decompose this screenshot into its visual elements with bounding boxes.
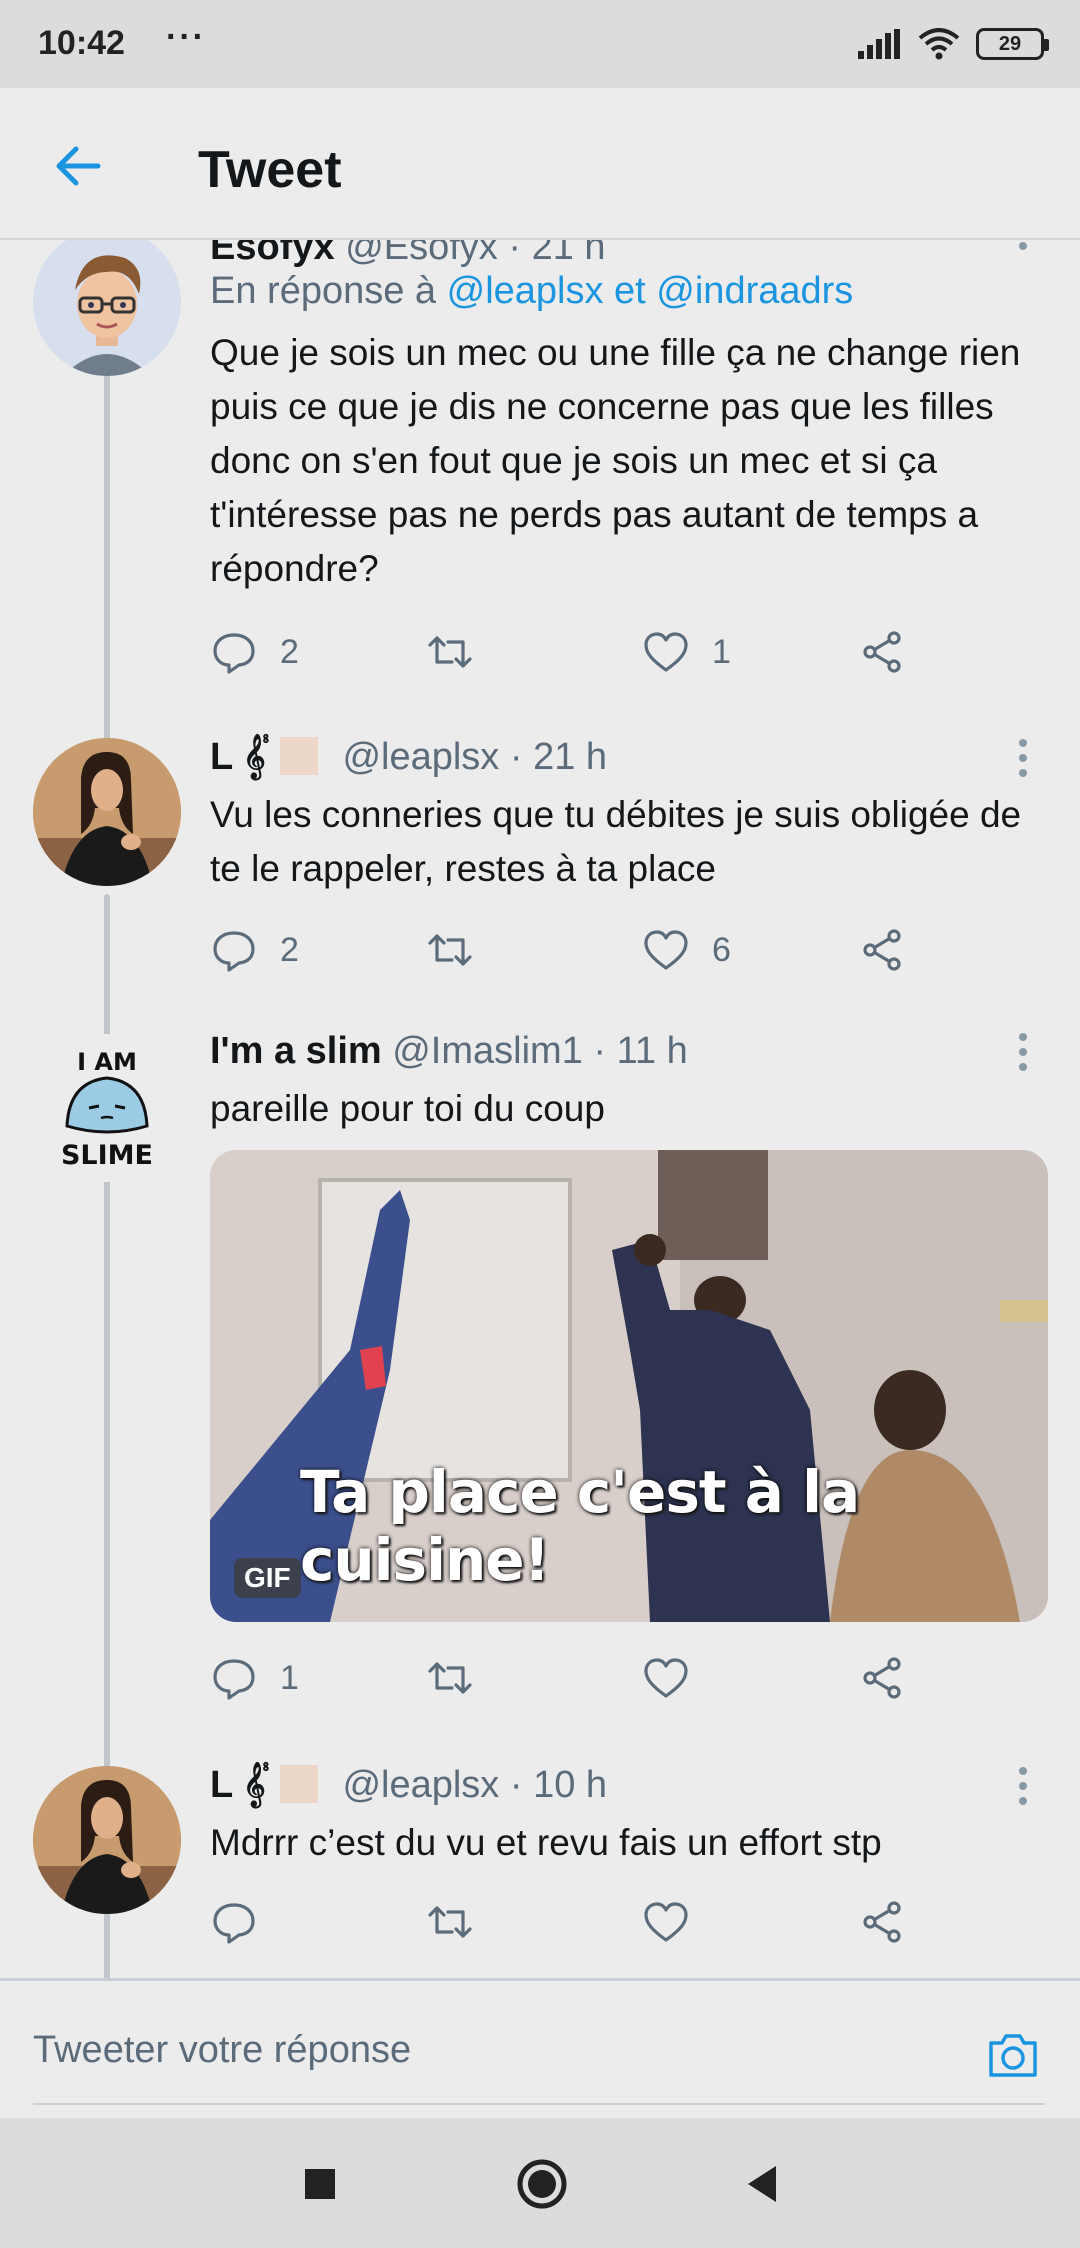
tweet-text: Que je sois un mec ou une fille ça ne ch…	[210, 332, 1021, 589]
input-underline	[33, 2103, 1045, 2105]
reply-icon	[213, 633, 255, 674]
display-name: Esofyx	[210, 240, 335, 268]
signal-icon	[858, 29, 900, 59]
handle-timestamp: @Esofyx · 21 h	[345, 240, 606, 268]
share-button[interactable]	[858, 1894, 906, 1950]
handle-timestamp: @leaplsx · 21 h	[342, 736, 608, 778]
reply-input[interactable]: Tweeter votre réponse	[33, 2029, 411, 2072]
gif-media[interactable]: Ta place c'est à la cuisine! GIF	[210, 1150, 1048, 1622]
share-button[interactable]	[858, 1650, 906, 1706]
avatar[interactable]	[33, 1766, 181, 1914]
emoji-swatch	[279, 737, 318, 775]
reply-button[interactable]: 2	[210, 922, 299, 978]
reply-composer: Tweeter votre réponse	[0, 1978, 1080, 2118]
like-count: 6	[712, 930, 731, 969]
retweet-button[interactable]	[426, 1894, 496, 1950]
tweet-text: Vu les conneries que tu débites je suis …	[210, 794, 1022, 889]
reply-button[interactable]: 1	[210, 1650, 299, 1706]
retweet-icon	[428, 934, 472, 966]
reply-button[interactable]: 2	[210, 624, 299, 680]
reply-icon	[213, 1659, 255, 1700]
heart-icon	[644, 1902, 688, 1942]
reply-count: 1	[280, 1658, 299, 1697]
battery-icon: 29	[976, 28, 1049, 60]
tweet-thread: Esofyx @Esofyx · 21 h En réponse à @leap…	[0, 240, 1080, 1978]
display-name: L 𝄟	[210, 736, 280, 778]
reply-prefix: En réponse à	[210, 270, 437, 312]
back-button[interactable]	[736, 2156, 792, 2212]
tweet-text: pareille pour toi du coup	[210, 1088, 605, 1129]
home-button[interactable]	[514, 2156, 570, 2212]
tweet-author[interactable]: Esofyx @Esofyx · 21 h	[210, 240, 606, 269]
tweet-author[interactable]: L 𝄟 @leaplsx · 21 h	[210, 736, 607, 779]
reply-icon	[213, 1903, 255, 1944]
handle-timestamp: @leaplsx · 10 h	[342, 1764, 608, 1806]
avatar[interactable]: I AM SLIME	[33, 1034, 181, 1182]
retweet-button[interactable]	[426, 922, 496, 978]
status-time: 10:42	[38, 24, 125, 62]
like-button[interactable]	[642, 1650, 712, 1706]
retweet-icon	[428, 1906, 472, 1938]
share-button[interactable]	[858, 922, 906, 978]
share-icon	[863, 1657, 901, 1699]
emoji-swatch	[279, 1765, 318, 1803]
reply-mentions[interactable]: @leaplsx et @indraadrs	[447, 270, 854, 312]
avatar[interactable]	[33, 738, 181, 886]
reply-context: En réponse à @leaplsx et @indraadrs	[210, 270, 853, 313]
reply-button[interactable]	[210, 1894, 280, 1950]
status-bar: 10:42 ··· 29	[0, 0, 1080, 88]
recents-button[interactable]	[292, 2156, 348, 2212]
slime-avatar-bottom-text: SLIME	[61, 1140, 153, 1171]
heart-icon	[644, 930, 688, 970]
top-app-bar: Tweet	[0, 88, 1080, 240]
avatar[interactable]	[33, 240, 181, 376]
share-icon	[863, 929, 901, 971]
slime-avatar-top-text: I AM	[77, 1048, 137, 1076]
more-options-icon[interactable]	[1018, 1032, 1028, 1072]
gif-caption: Ta place c'est à la cuisine!	[300, 1458, 860, 1594]
share-icon	[863, 1901, 901, 1943]
display-name: L 𝄟	[210, 1764, 280, 1806]
tweet-text: Mdrrr c’est du vu et revu fais un effort…	[210, 1822, 882, 1863]
like-count: 1	[712, 632, 731, 671]
reply-count: 2	[280, 632, 299, 671]
more-options-icon[interactable]	[1018, 738, 1028, 778]
slime-avatar-image: I AM SLIME	[33, 1034, 181, 1182]
like-button[interactable]: 1	[642, 624, 731, 680]
page-title: Tweet	[198, 141, 342, 199]
tweet-author[interactable]: L 𝄟 @leaplsx · 10 h	[210, 1764, 607, 1807]
camera-icon[interactable]	[985, 2027, 1041, 2083]
profile-photo-image	[33, 738, 181, 886]
tweet-actions: 2 1	[210, 624, 910, 680]
tweet-author[interactable]: I'm a slim @Imaslim1 · 11 h	[210, 1030, 688, 1073]
display-name: I'm a slim	[210, 1030, 382, 1072]
retweet-button[interactable]	[426, 624, 496, 680]
system-nav-bar	[0, 2118, 1080, 2248]
heart-icon	[644, 1658, 688, 1698]
back-arrow-icon[interactable]	[50, 138, 106, 194]
retweet-icon	[428, 636, 472, 668]
heart-icon	[644, 632, 688, 672]
status-more-icon: ···	[166, 18, 206, 56]
like-button[interactable]	[642, 1894, 712, 1950]
reply-count: 2	[280, 930, 299, 969]
wifi-icon	[918, 28, 960, 60]
memoji-avatar-image	[33, 240, 181, 376]
tweet-actions: 2 6	[210, 922, 910, 978]
tweet-actions	[210, 1894, 910, 1950]
more-options-icon[interactable]	[1018, 240, 1028, 266]
like-button[interactable]: 6	[642, 922, 731, 978]
profile-photo-image	[33, 1766, 181, 1914]
gif-badge: GIF	[234, 1558, 301, 1598]
handle-timestamp: @Imaslim1 · 11 h	[392, 1030, 688, 1072]
share-button[interactable]	[858, 624, 906, 680]
retweet-button[interactable]	[426, 1650, 496, 1706]
more-options-icon[interactable]	[1018, 1766, 1028, 1806]
share-icon	[863, 631, 901, 673]
battery-level: 29	[998, 32, 1022, 55]
reply-icon	[213, 931, 255, 972]
retweet-icon	[428, 1662, 472, 1694]
tweet-actions: 1	[210, 1650, 910, 1706]
